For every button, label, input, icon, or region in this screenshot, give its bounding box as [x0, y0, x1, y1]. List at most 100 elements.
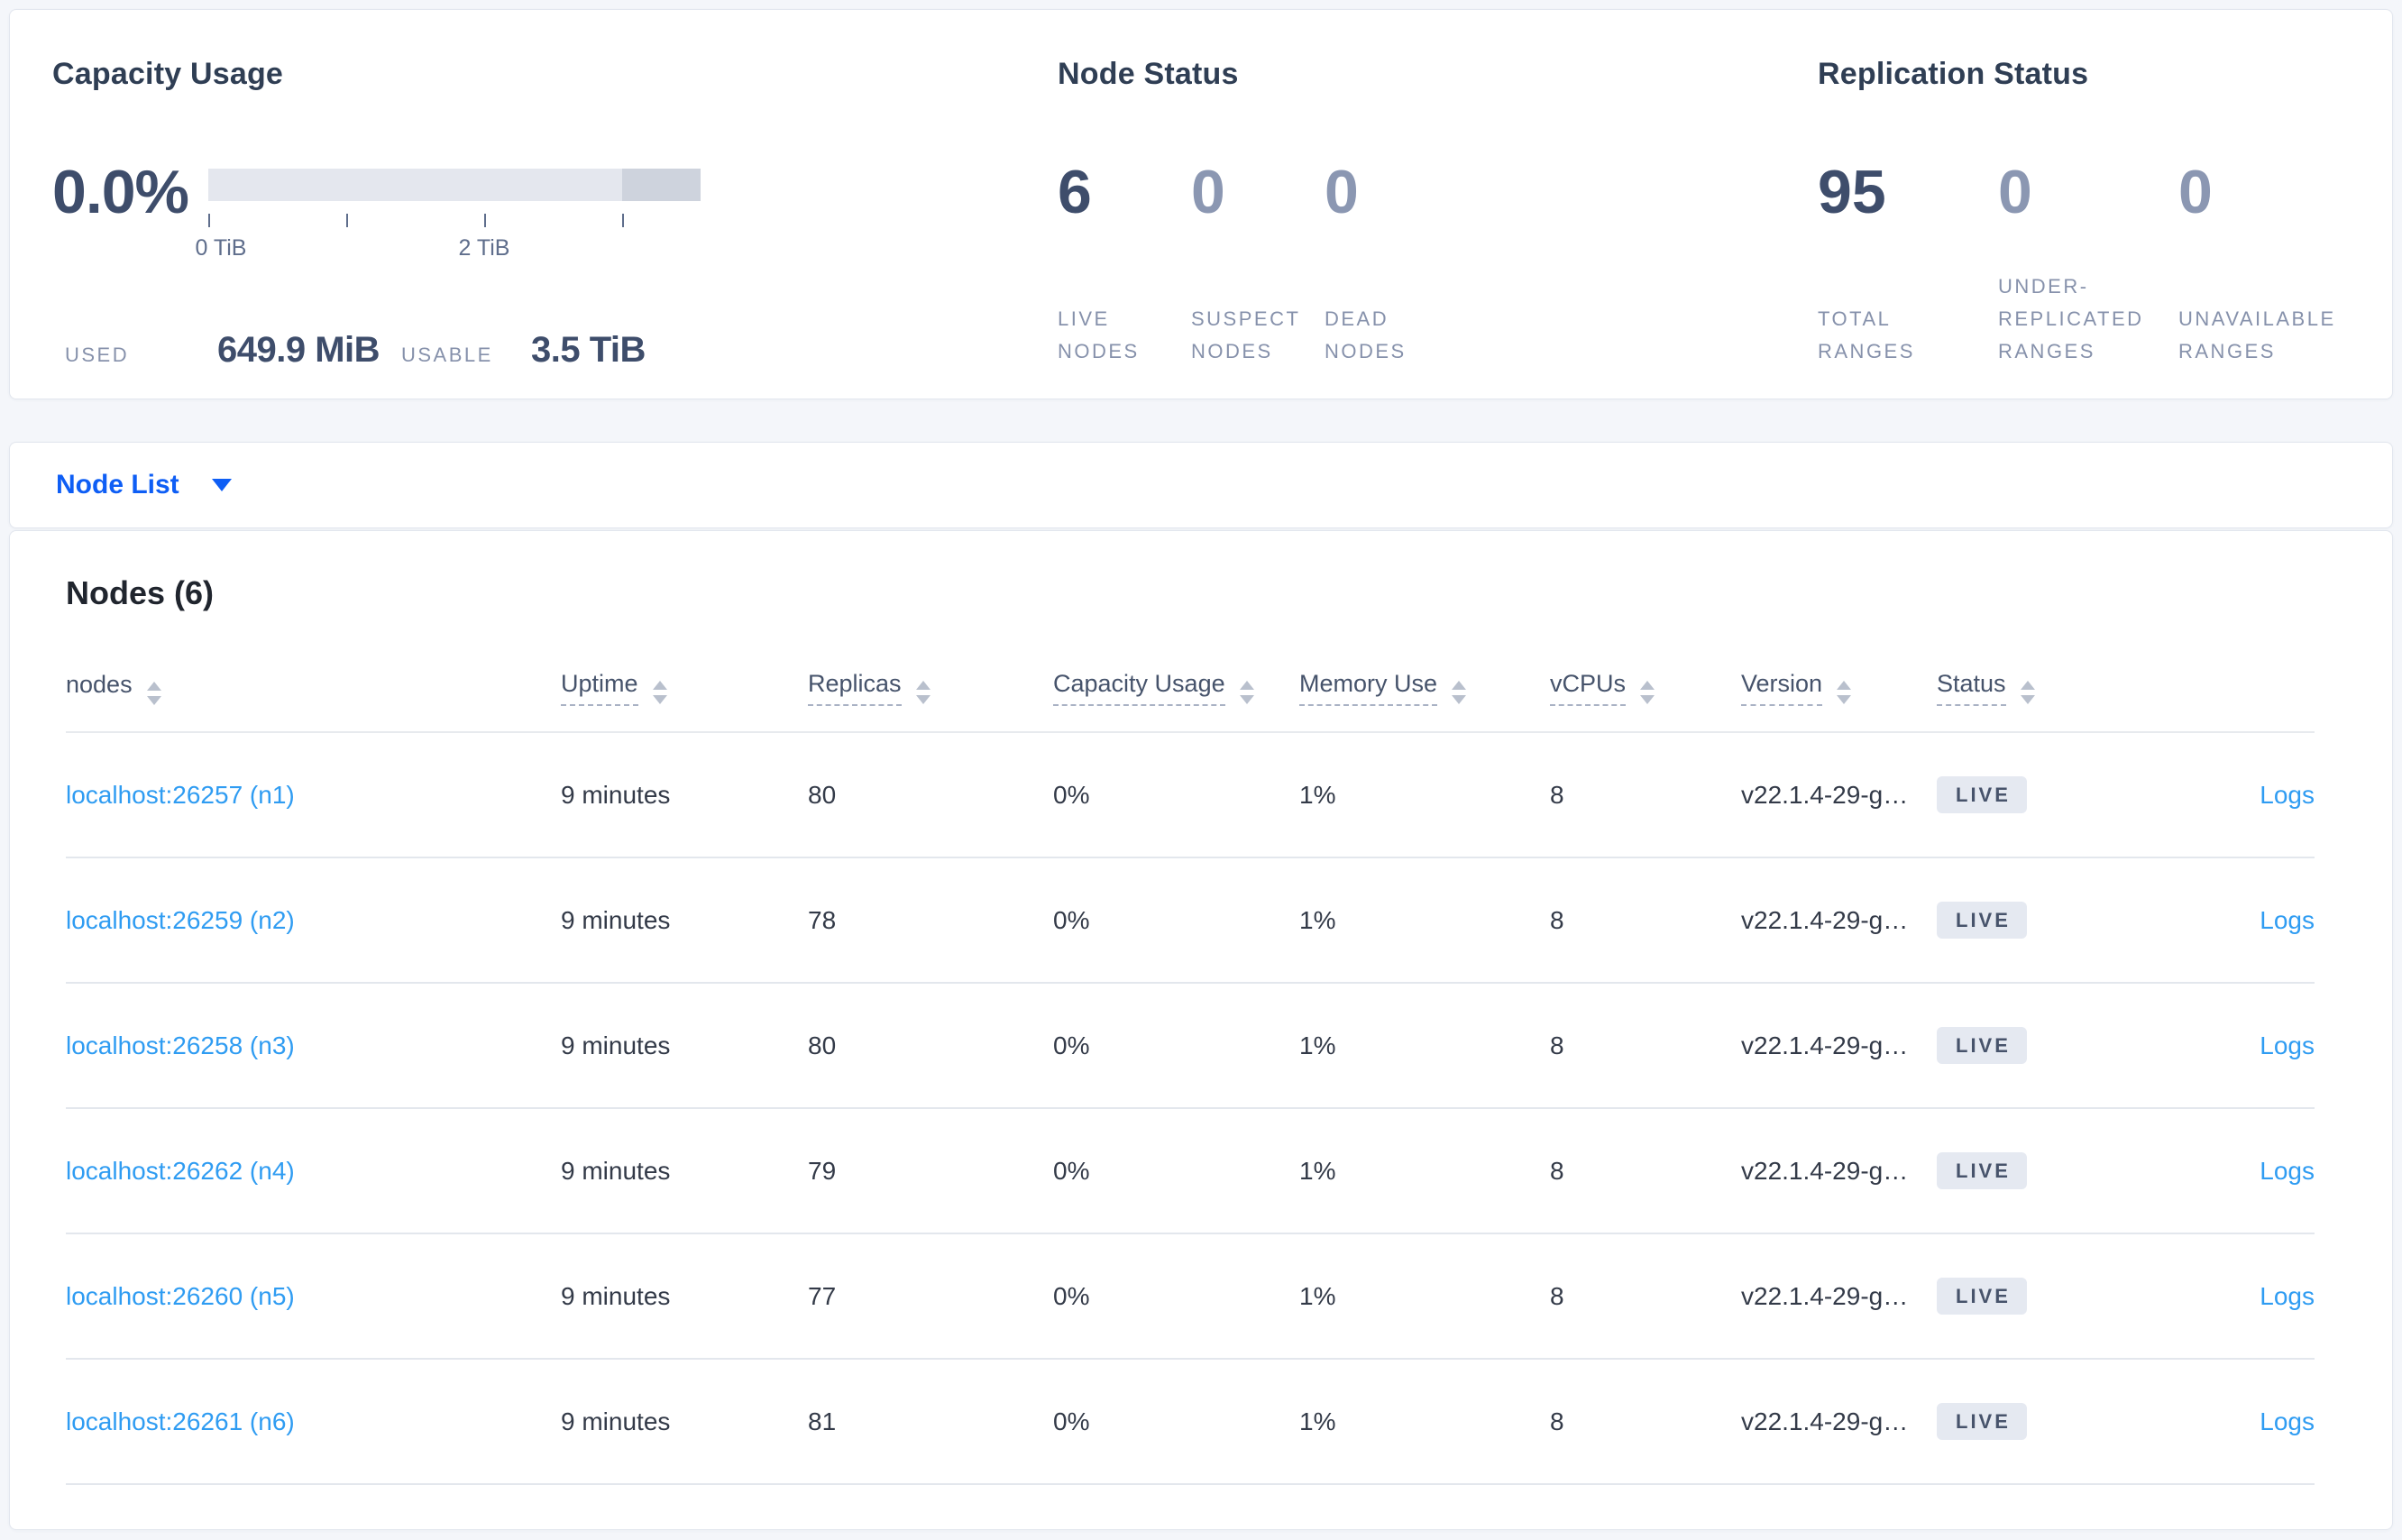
column-header-vcpus[interactable]: vCPUs [1550, 657, 1741, 733]
node-address-link[interactable]: localhost:26261 (n6) [66, 1407, 295, 1435]
replicas-cell: 80 [808, 983, 1053, 1109]
logs-link[interactable]: Logs [2260, 906, 2315, 934]
suspect-nodes-label: SUSPECT NODES [1191, 307, 1301, 362]
sort-icon[interactable] [1452, 681, 1467, 704]
unavailable-ranges-value: 0 [2178, 158, 2213, 226]
vcpus-cell: 8 [1550, 1108, 1741, 1234]
status-badge: LIVE [1937, 1152, 2027, 1189]
node-address-link[interactable]: localhost:26258 (n3) [66, 1031, 295, 1059]
vcpus-cell: 8 [1550, 732, 1741, 858]
column-header-uptime[interactable]: Uptime [561, 657, 808, 733]
replication-status-title: Replication Status [1818, 57, 2089, 91]
logs-link[interactable]: Logs [2260, 781, 2315, 809]
sort-icon[interactable] [1837, 681, 1852, 704]
node-address-link[interactable]: localhost:26260 (n5) [66, 1282, 295, 1310]
axis-tick [346, 214, 348, 227]
view-selector-dropdown[interactable]: Node List [9, 442, 2393, 528]
capacity-cell: 0% [1053, 983, 1299, 1109]
status-badge: LIVE [1937, 1027, 2027, 1064]
sort-icon[interactable] [652, 681, 667, 704]
nodes-table-panel: Nodes (6) nodes Uptime Replicas Capacity… [9, 530, 2393, 1530]
live-nodes-stat: 6 LIVE NODES [1058, 161, 1191, 368]
node-status-title: Node Status [1058, 57, 1239, 91]
nodes-table: nodes Uptime Replicas Capacity Usage Mem… [66, 657, 2315, 1485]
memory-cell: 1% [1299, 732, 1550, 858]
capacity-cell: 0% [1053, 732, 1299, 858]
dead-nodes-stat: 0 DEAD NODES [1325, 161, 1458, 368]
live-nodes-value: 6 [1058, 158, 1092, 226]
column-header-memory-use[interactable]: Memory Use [1299, 657, 1550, 733]
logs-link[interactable]: Logs [2260, 1157, 2315, 1185]
unavailable-ranges-label: UNAVAILABLE RANGES [2178, 307, 2336, 362]
version-cell: v22.1.4-29-g… [1741, 983, 1937, 1109]
used-label: USED [65, 344, 130, 366]
column-header-nodes[interactable]: nodes [66, 657, 561, 733]
axis-tick [208, 214, 210, 227]
uptime-cell: 9 minutes [561, 1359, 808, 1485]
memory-cell: 1% [1299, 857, 1550, 984]
column-header-capacity-usage[interactable]: Capacity Usage [1053, 657, 1299, 733]
uptime-cell: 9 minutes [561, 732, 808, 858]
capacity-cell: 0% [1053, 1359, 1299, 1485]
cluster-summary-panel: Capacity Usage 0.0% 0 TiB 2 TiB USED 649… [9, 9, 2393, 399]
version-cell: v22.1.4-29-g… [1741, 1359, 1937, 1485]
replicas-cell: 79 [808, 1108, 1053, 1234]
axis-tick [484, 214, 486, 227]
total-ranges-label: TOTAL RANGES [1818, 307, 1915, 362]
uptime-cell: 9 minutes [561, 1108, 808, 1234]
sort-icon[interactable] [1239, 681, 1254, 704]
node-status-stats: 6 LIVE NODES 0 SUSPECT NODES 0 DEAD NODE… [1058, 161, 1458, 368]
replicas-cell: 78 [808, 857, 1053, 984]
logs-link[interactable]: Logs [2260, 1031, 2315, 1059]
capacity-percent-value: 0.0% [52, 158, 189, 226]
axis-tick [622, 214, 624, 227]
memory-cell: 1% [1299, 1108, 1550, 1234]
replicas-cell: 81 [808, 1359, 1053, 1485]
version-cell: v22.1.4-29-g… [1741, 1233, 1937, 1360]
sort-icon[interactable] [915, 681, 931, 704]
status-badge: LIVE [1937, 1403, 2027, 1440]
column-header-status[interactable]: Status [1937, 657, 2183, 733]
suspect-nodes-stat: 0 SUSPECT NODES [1191, 161, 1325, 368]
suspect-nodes-value: 0 [1191, 158, 1225, 226]
status-badge: LIVE [1937, 902, 2027, 939]
node-address-link[interactable]: localhost:26262 (n4) [66, 1157, 295, 1185]
replicas-cell: 77 [808, 1233, 1053, 1360]
capacity-bar-chart: 0 TiB 2 TiB [196, 161, 701, 306]
sort-icon[interactable] [146, 682, 161, 705]
replicas-cell: 80 [808, 732, 1053, 858]
uptime-cell: 9 minutes [561, 983, 808, 1109]
column-header-replicas[interactable]: Replicas [808, 657, 1053, 733]
under-replicated-ranges-stat: 0 UNDER- REPLICATED RANGES [1998, 161, 2178, 368]
column-header-logs [2183, 657, 2315, 733]
replication-status-section: Replication Status 95 TOTAL RANGES 0 UND… [1818, 57, 2377, 368]
vcpus-cell: 8 [1550, 857, 1741, 984]
capacity-usage-title: Capacity Usage [52, 57, 284, 91]
memory-cell: 1% [1299, 1359, 1550, 1485]
version-cell: v22.1.4-29-g… [1741, 1108, 1937, 1234]
logs-link[interactable]: Logs [2260, 1407, 2315, 1435]
chevron-down-icon [211, 479, 232, 491]
usable-label: USABLE [401, 344, 493, 366]
table-row: localhost:26258 (n3) 9 minutes 80 0% 1% … [66, 983, 2315, 1109]
total-ranges-stat: 95 TOTAL RANGES [1818, 161, 1998, 368]
capacity-legend: USED 649.9 MiB USABLE 3.5 TiB [65, 330, 646, 371]
capacity-bar-nonusable-segment [622, 169, 701, 201]
table-row: localhost:26260 (n5) 9 minutes 77 0% 1% … [66, 1233, 2315, 1360]
logs-link[interactable]: Logs [2260, 1282, 2315, 1310]
node-address-link[interactable]: localhost:26259 (n2) [66, 906, 295, 934]
sort-icon[interactable] [2020, 681, 2035, 704]
capacity-gauge: 0.0% 0 TiB 2 TiB [52, 161, 701, 306]
view-selector-label[interactable]: Node List [56, 470, 179, 500]
used-value: 649.9 MiB [217, 330, 380, 370]
memory-cell: 1% [1299, 983, 1550, 1109]
axis-tick-label: 2 TiB [458, 235, 510, 261]
vcpus-cell: 8 [1550, 1359, 1741, 1485]
node-status-section: Node Status 6 LIVE NODES 0 SUSPECT NODES… [1058, 57, 1779, 368]
replication-stats: 95 TOTAL RANGES 0 UNDER- REPLICATED RANG… [1818, 161, 2368, 368]
capacity-cell: 0% [1053, 857, 1299, 984]
sort-icon[interactable] [1640, 681, 1655, 704]
total-ranges-value: 95 [1818, 158, 1886, 226]
node-address-link[interactable]: localhost:26257 (n1) [66, 781, 295, 809]
column-header-version[interactable]: Version [1741, 657, 1937, 733]
